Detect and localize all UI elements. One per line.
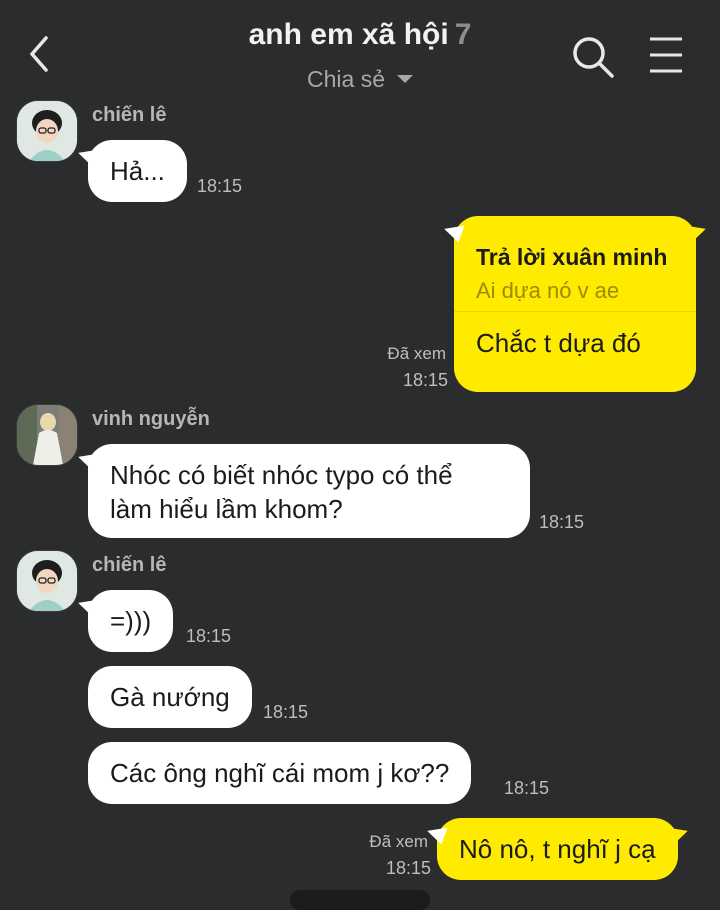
seen-status: Đã xem	[369, 832, 428, 851]
message-time: 18:15	[263, 702, 309, 722]
reply-target: Trả lời xuân minh	[476, 244, 668, 270]
message-text: =)))	[110, 606, 152, 636]
sender-name: chiến lê	[92, 554, 167, 576]
message-time: 18:15	[403, 370, 449, 390]
search-icon	[573, 37, 614, 78]
search-button[interactable]	[570, 34, 616, 80]
message-bubble[interactable]: Các ông nghĩ cái mom j kơ??	[88, 742, 472, 804]
message-time: 18:15	[386, 858, 432, 878]
message-bubble[interactable]: =)))	[88, 590, 174, 652]
message-bubble[interactable]: Hả...	[88, 140, 187, 202]
reply-preview[interactable]: Trả lời xuân minh Ai dựa nó v ae	[454, 216, 696, 312]
message-time: 18:15	[197, 176, 243, 196]
message-text: Các ông nghĩ cái mom j kơ??	[110, 758, 450, 788]
message-time: 18:15	[186, 626, 232, 646]
message-text: Hả...	[110, 156, 165, 186]
avatar-chien-le[interactable]	[16, 550, 78, 612]
message-time: 18:15	[539, 512, 585, 532]
caret-down-icon	[396, 74, 413, 83]
avatar-photo	[17, 101, 77, 161]
seen-status: Đã xem	[387, 344, 446, 363]
sender-name: vinh nguyễn	[92, 408, 210, 430]
message-bubble[interactable]: Gà nướng	[88, 666, 252, 728]
menu-button[interactable]	[648, 36, 684, 74]
reply-message-bubble[interactable]: Trả lời xuân minh Ai dựa nó v ae Chắc t …	[454, 216, 696, 392]
message-time: 18:15	[504, 778, 550, 798]
message-text-line-1: Nhóc có biết nhóc typo có thể	[110, 460, 453, 490]
message-text-line-2: làm hiểu lầm khom?	[110, 494, 343, 524]
avatar-photo	[17, 551, 77, 611]
message-text: Gà nướng	[110, 682, 230, 712]
hamburger-menu-icon	[650, 37, 682, 73]
sender-name: chiến lê	[92, 104, 167, 126]
member-count: 7	[454, 18, 472, 51]
message-text: Chắc t dựa đó	[476, 328, 641, 358]
message-text: Nô nô, t nghĩ j cạ	[459, 834, 656, 864]
quoted-text: Ai dựa nó v ae	[476, 278, 620, 303]
avatar-photo	[17, 405, 77, 465]
message-bubble[interactable]: Nhóc có biết nhóc typo có thể làm hiểu l…	[88, 444, 530, 538]
share-label: Chia sẻ	[307, 66, 385, 92]
avatar-vinh-nguyen[interactable]	[16, 404, 78, 466]
avatar-chien-le[interactable]	[16, 100, 78, 162]
message-bubble[interactable]: Nô nô, t nghĩ j cạ	[437, 818, 678, 880]
chat-title-text: anh em xã hội	[248, 18, 449, 51]
scroll-indicator[interactable]	[290, 890, 430, 910]
